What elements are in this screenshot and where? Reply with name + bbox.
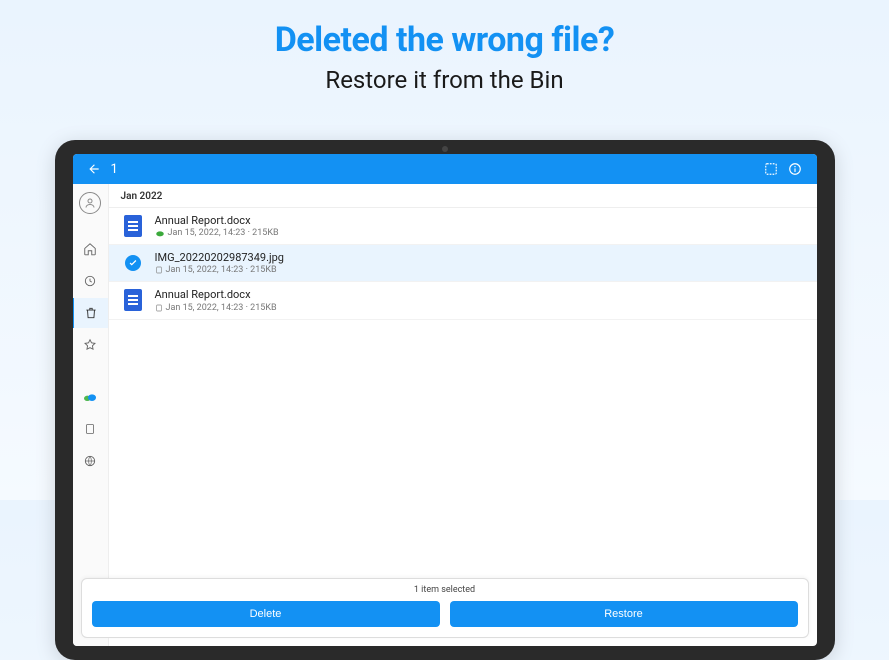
- select-all-icon: [764, 162, 778, 176]
- app-screen: 1: [73, 154, 817, 646]
- selection-status: 1 item selected: [92, 585, 798, 595]
- file-meta: Jan 15, 2022, 14:23 · 215KB: [155, 265, 805, 275]
- nav-recent[interactable]: [73, 266, 109, 296]
- device-icon: [155, 265, 163, 275]
- top-bar: 1: [73, 154, 817, 184]
- file-meta-text: Jan 15, 2022, 14:23 · 215KB: [166, 303, 277, 313]
- nav-cloud[interactable]: [73, 382, 109, 412]
- info-icon: [788, 162, 802, 176]
- action-bar: 1 item selected Delete Restore: [81, 578, 809, 638]
- delete-button[interactable]: Delete: [92, 601, 440, 627]
- file-name: Annual Report.docx: [155, 214, 805, 227]
- hero-subtitle: Restore it from the Bin: [0, 66, 889, 94]
- file-meta: Jan 15, 2022, 14:23 · 215KB: [155, 228, 805, 238]
- check-icon: [125, 255, 141, 271]
- sidebar: [73, 184, 109, 646]
- hero-title: Deleted the wrong file?: [0, 20, 889, 60]
- info-button[interactable]: [783, 162, 807, 176]
- nav-bin[interactable]: [73, 298, 109, 328]
- document-icon: [124, 289, 142, 311]
- file-row[interactable]: Annual Report.docx Jan 15, 2022, 14:23 ·…: [109, 282, 817, 319]
- clock-icon: [83, 274, 97, 288]
- file-meta-text: Jan 15, 2022, 14:23 · 215KB: [168, 228, 279, 238]
- account-avatar[interactable]: [79, 192, 101, 214]
- nav-network[interactable]: [73, 446, 109, 476]
- restore-button[interactable]: Restore: [450, 601, 798, 627]
- select-all-button[interactable]: [759, 162, 783, 176]
- back-button[interactable]: [83, 162, 105, 176]
- home-icon: [83, 242, 97, 256]
- tablet-icon: [84, 422, 96, 436]
- file-type-icon: [121, 288, 145, 312]
- device-icon: [155, 303, 163, 313]
- file-meta: Jan 15, 2022, 14:23 · 215KB: [155, 303, 805, 313]
- file-list: Jan 2022 Annual Report.docx Jan 15, 2022…: [109, 184, 817, 646]
- file-type-icon: [121, 214, 145, 238]
- file-name: IMG_20220202987349.jpg: [155, 251, 805, 264]
- tablet-frame: 1: [55, 140, 835, 660]
- nav-starred[interactable]: [73, 330, 109, 360]
- cloud-sync-icon: [155, 229, 165, 237]
- section-header: Jan 2022: [109, 184, 817, 208]
- selection-indicator: [121, 251, 145, 275]
- document-icon: [124, 215, 142, 237]
- nav-device[interactable]: [73, 414, 109, 444]
- file-row[interactable]: Annual Report.docx Jan 15, 2022, 14:23 ·…: [109, 208, 817, 245]
- file-name: Annual Report.docx: [155, 288, 805, 301]
- selection-count: 1: [111, 162, 759, 177]
- cloud-icon: [82, 391, 98, 403]
- trash-icon: [84, 306, 98, 320]
- file-meta-text: Jan 15, 2022, 14:23 · 215KB: [166, 265, 277, 275]
- star-icon: [83, 338, 97, 352]
- arrow-left-icon: [87, 162, 101, 176]
- globe-icon: [83, 454, 97, 468]
- nav-home[interactable]: [73, 234, 109, 264]
- file-row[interactable]: IMG_20220202987349.jpg Jan 15, 2022, 14:…: [109, 245, 817, 282]
- person-icon: [84, 197, 96, 209]
